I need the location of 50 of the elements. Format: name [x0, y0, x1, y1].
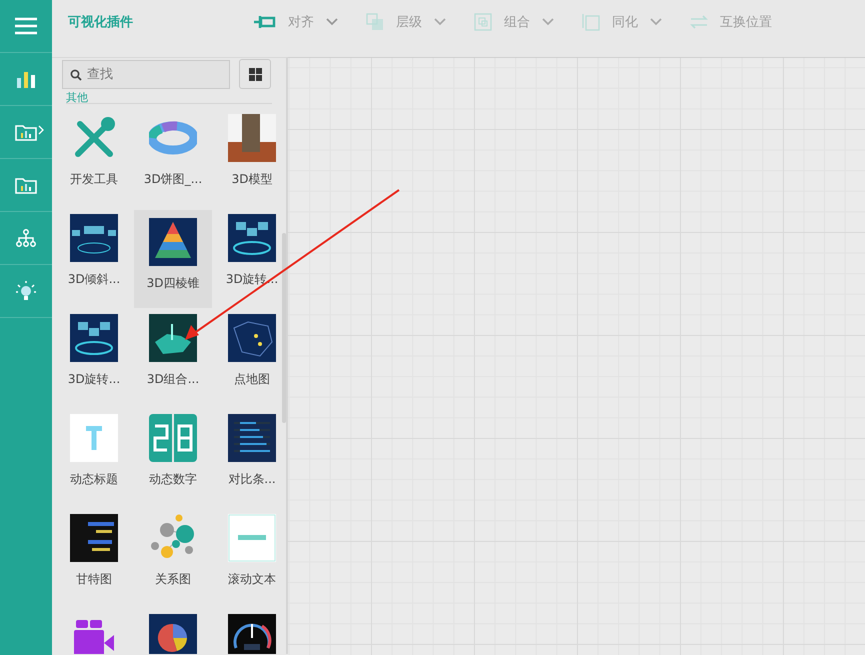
grid-icon	[248, 68, 262, 80]
lightbulb-icon[interactable]	[16, 281, 36, 301]
search-icon	[70, 68, 82, 80]
folder-chart-icon[interactable]	[15, 123, 37, 141]
align-icon	[254, 15, 276, 29]
copy-icon	[582, 13, 600, 31]
widget-item[interactable]: 甘特图	[55, 510, 133, 590]
title-thumbnail	[70, 414, 118, 462]
swap-icon	[690, 15, 708, 29]
pie-chart-thumbnail	[149, 614, 197, 654]
panel-title: 可视化插件	[68, 14, 134, 31]
text-thumbnail	[228, 514, 276, 562]
chart-thumbnail	[70, 314, 118, 362]
group-icon	[474, 13, 492, 31]
caret-icon	[650, 18, 662, 26]
map-thumbnail	[149, 314, 197, 362]
chart-thumbnail	[228, 214, 276, 262]
hierarchy-icon[interactable]	[16, 229, 36, 247]
widget-item[interactable]: 滚动文本	[213, 510, 286, 590]
widget-item[interactable]: 3D组合...	[134, 310, 212, 390]
section-label: 其他	[66, 91, 88, 104]
widget-item[interactable]: 点地图	[213, 310, 286, 390]
layers-icon	[366, 13, 384, 31]
widget-item[interactable]: 3D模型	[213, 110, 286, 190]
grid-view-button[interactable]	[239, 59, 271, 89]
bar-chart-icon[interactable]	[17, 70, 35, 88]
caret-icon	[326, 18, 338, 26]
gauge-thumbnail	[228, 614, 276, 654]
widget-item[interactable]: 3D倾斜...	[55, 210, 133, 290]
gantt-chart-thumbnail	[70, 514, 118, 562]
digits-thumbnail	[149, 414, 197, 462]
map-thumbnail	[228, 314, 276, 362]
widget-item[interactable]: 3D饼图_...	[134, 110, 212, 190]
chart-thumbnail	[70, 214, 118, 262]
widget-item[interactable]: 关系图	[134, 510, 212, 590]
folder-chart-icon[interactable]	[15, 176, 37, 194]
bar-chart-thumbnail	[228, 414, 276, 462]
chevron-icon[interactable]	[38, 125, 44, 135]
widget-item[interactable]: 3D四棱锥	[134, 210, 212, 308]
search-field[interactable]: 查找	[62, 60, 230, 88]
pyramid-chart-thumbnail	[149, 218, 197, 266]
widget-item[interactable]: 对比条...	[213, 410, 286, 490]
widget-item[interactable]: 动态数字	[134, 410, 212, 490]
widget-item[interactable]: 动态标题	[55, 410, 133, 490]
photo-placeholder	[228, 114, 276, 162]
menu-icon[interactable]	[15, 17, 37, 35]
widget-item[interactable]: 开发工具	[55, 110, 133, 190]
caret-icon	[542, 18, 554, 26]
caret-icon	[434, 18, 446, 26]
widget-item[interactable]: 3D旋转...	[55, 310, 133, 390]
